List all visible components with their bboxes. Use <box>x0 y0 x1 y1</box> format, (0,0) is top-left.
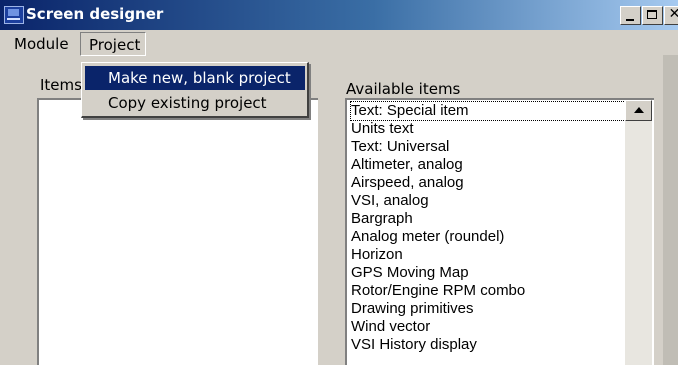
minimize-icon <box>626 19 634 21</box>
list-item[interactable]: Rotor/Engine RPM combo <box>351 282 525 300</box>
close-icon: ✕ <box>668 6 678 22</box>
menu-project-label: Project <box>89 36 141 54</box>
app-icon[interactable] <box>4 6 24 24</box>
menu-item-label: Copy existing project <box>108 94 267 112</box>
menu-module[interactable]: Module <box>14 35 69 53</box>
list-item[interactable]: Analog meter (roundel) <box>351 228 504 246</box>
scroll-up-arrow-icon[interactable] <box>625 100 652 121</box>
close-button[interactable]: ✕ <box>664 6 678 25</box>
window-title: Screen designer <box>26 5 164 23</box>
list-item[interactable]: VSI, analog <box>351 192 429 210</box>
list-item[interactable]: Airspeed, analog <box>351 174 464 192</box>
window-edge <box>663 55 678 365</box>
list-item[interactable]: Horizon <box>351 246 403 264</box>
minimize-button[interactable] <box>620 6 641 25</box>
items-in-project-list[interactable] <box>37 98 318 365</box>
menu-item-label: Make new, blank project <box>108 69 291 87</box>
list-item[interactable]: Altimeter, analog <box>351 156 463 174</box>
menu-project[interactable]: Project <box>80 32 146 56</box>
list-item[interactable]: Text: Universal <box>351 138 449 156</box>
project-menu-dropdown: Make new, blank project Copy existing pr… <box>81 62 309 118</box>
available-items-label: Available items <box>346 80 461 98</box>
list-item[interactable]: VSI History display <box>351 336 477 354</box>
menu-item-copy-existing-project[interactable]: Copy existing project <box>85 91 305 115</box>
title-bar[interactable]: Screen designer ✕ <box>0 0 678 30</box>
screen-designer-window: Screen designer ✕ Module Project Items i… <box>0 0 678 365</box>
list-item[interactable]: Units text <box>351 120 414 138</box>
available-items-list[interactable]: Text: Special item Units text Text: Univ… <box>345 98 654 365</box>
list-item-selected[interactable]: Text: Special item <box>350 101 630 121</box>
list-item[interactable]: Bargraph <box>351 210 413 228</box>
list-item[interactable]: Drawing primitives <box>351 300 474 318</box>
list-item[interactable]: Wind vector <box>351 318 430 336</box>
list-item[interactable]: GPS Moving Map <box>351 264 469 282</box>
maximize-icon <box>647 10 657 19</box>
menu-item-make-new-project[interactable]: Make new, blank project <box>85 66 305 90</box>
available-items-scrollbar[interactable] <box>625 100 652 365</box>
maximize-button[interactable] <box>642 6 663 25</box>
